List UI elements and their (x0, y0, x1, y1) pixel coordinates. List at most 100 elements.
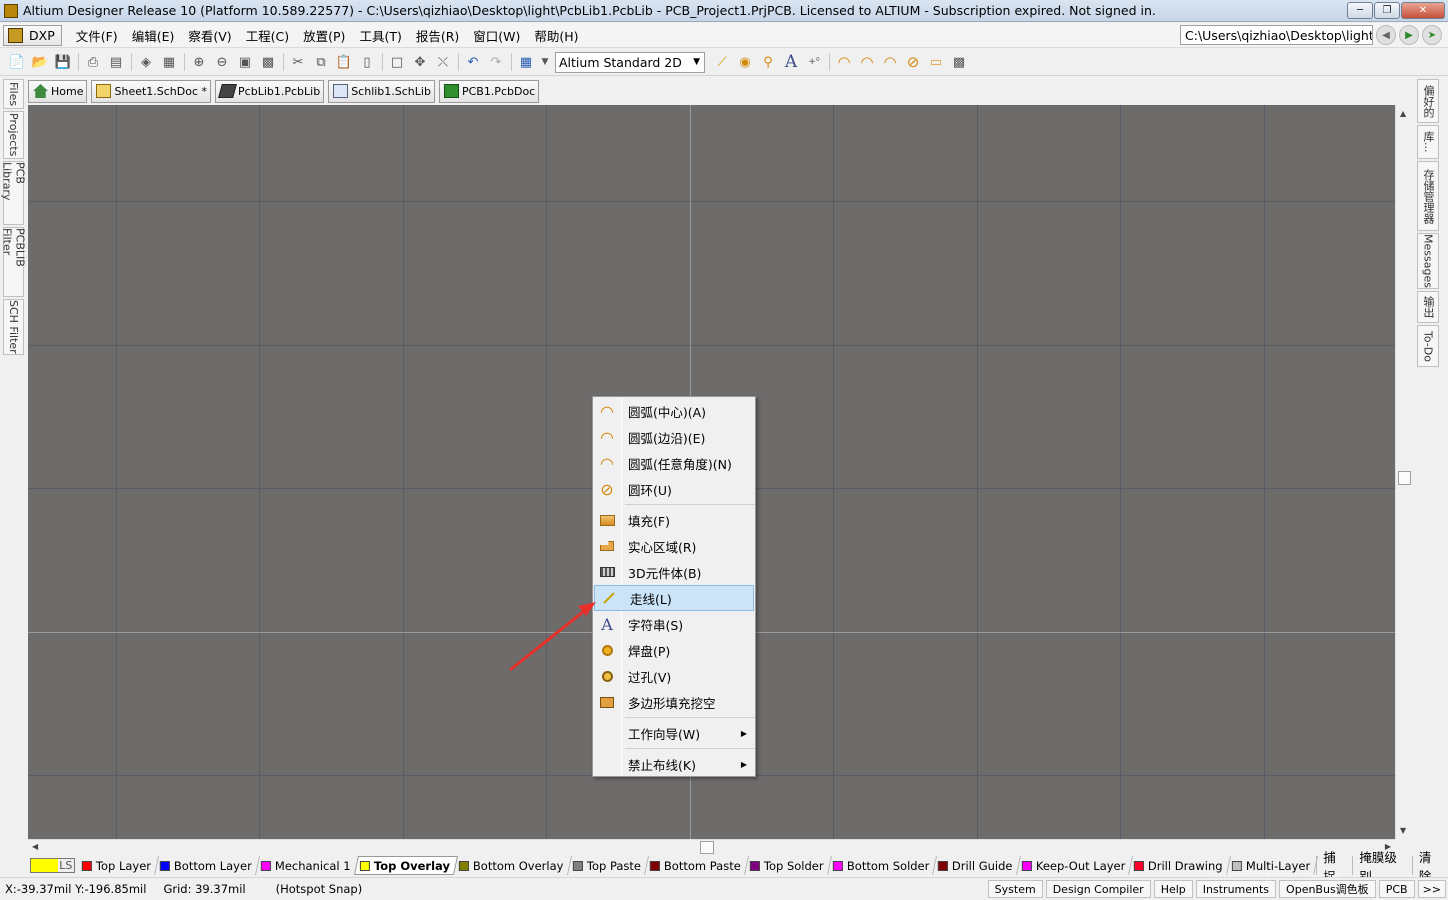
mask-level-button[interactable]: 掩膜级别 (1352, 850, 1411, 884)
select-area-icon[interactable]: □ (388, 53, 406, 71)
grid-dropdown-icon[interactable]: ▼ (540, 53, 550, 71)
paste-icon[interactable]: 📋 (335, 53, 353, 71)
layer-tab[interactable]: Drill Guide (933, 856, 1021, 875)
menu-item-arc-edge[interactable]: ◠ 圆弧(边沿)(E) (593, 424, 755, 450)
layer-tab[interactable]: Keep-Out Layer (1016, 856, 1134, 875)
panel-tab-libraries[interactable]: 库... (1417, 125, 1439, 159)
undo-icon[interactable]: ↶ (464, 53, 482, 71)
arc-edge-icon[interactable]: ◠ (858, 53, 876, 71)
zoom-selected-icon[interactable]: ▩ (259, 53, 277, 71)
menu-item-string[interactable]: A 字符串(S) (593, 611, 755, 637)
horizontal-scroll-thumb[interactable] (700, 841, 714, 854)
menu-item-keepout[interactable]: 禁止布线(K) ▶ (593, 751, 755, 777)
vertical-scrollbar[interactable]: ▲ ▼ (1395, 105, 1412, 839)
menu-item-via[interactable]: 过孔(V) (593, 663, 755, 689)
layer-tab[interactable]: Bottom Overlay (454, 856, 572, 875)
menu-item-full-circle[interactable]: ⊘ 圆环(U) (593, 476, 755, 502)
full-circle-icon[interactable]: ⊘ (904, 53, 922, 71)
panel-tab-favorites[interactable]: 偏好的 (1417, 79, 1439, 123)
layer-tab[interactable]: Bottom Paste (645, 856, 749, 875)
deselect-icon[interactable]: ⤬ (434, 53, 452, 71)
tab-sheet1-schdoc[interactable]: Sheet1.SchDoc * (91, 79, 212, 103)
fill-icon[interactable]: ▭ (927, 53, 945, 71)
scroll-up-icon[interactable]: ▲ (1400, 109, 1406, 118)
clear-button[interactable]: 清除 (1411, 850, 1448, 884)
menu-edit[interactable]: 编辑(E) (132, 26, 175, 45)
minimize-button[interactable]: ─ (1347, 2, 1373, 19)
status-button-openbus[interactable]: OpenBus调色板 (1279, 880, 1376, 898)
status-button-system[interactable]: System (987, 880, 1043, 898)
open-file-icon[interactable]: 📂 (31, 53, 49, 71)
layer-tab[interactable]: Mechanical 1 (255, 856, 359, 875)
panel-tab-messages[interactable]: Messages (1417, 233, 1439, 289)
panel-tab-pcb-library[interactable]: PCB Library (1, 161, 27, 225)
layer-tab[interactable]: Top Layer (76, 856, 159, 875)
place-track-icon[interactable]: ⟋ (713, 53, 731, 71)
menu-item-polygon-cutout[interactable]: 多边形填充挖空 (593, 689, 755, 715)
dxp-menu-button[interactable]: DXP (3, 24, 62, 46)
scroll-down-icon[interactable]: ▼ (1400, 826, 1406, 835)
menu-item-track[interactable]: 走线(L) (594, 585, 754, 611)
path-combo[interactable]: C:\Users\qizhiao\Desktop\light ▼ (1180, 25, 1373, 45)
layer-tab[interactable]: Top Overlay (354, 856, 459, 875)
menu-window[interactable]: 窗口(W) (473, 26, 520, 45)
menu-item-arc-any-angle[interactable]: ◠ 圆弧(任意角度)(N) (593, 450, 755, 476)
menu-item-arc-center[interactable]: ◠ 圆弧(中心)(A) (593, 398, 755, 424)
place-via-icon[interactable]: ⚲ (759, 53, 777, 71)
status-button-design-compiler[interactable]: Design Compiler (1045, 880, 1151, 898)
board-icon[interactable]: ▦ (160, 53, 178, 71)
layer-tab[interactable]: Bottom Solder (827, 856, 938, 875)
back-button[interactable]: ◀ (1376, 25, 1396, 45)
place-pad-icon[interactable]: ◉ (736, 53, 754, 71)
save-icon[interactable]: 💾 (54, 53, 72, 71)
status-button-help[interactable]: Help (1153, 880, 1193, 898)
scroll-left-icon[interactable]: ◀ (32, 842, 38, 851)
menu-item-3d-body[interactable]: 3D元件体(B) (593, 559, 755, 585)
zoom-out-icon[interactable]: ⊖ (213, 53, 231, 71)
panel-tab-pcblib-filter[interactable]: PCBLIB Filter (1, 227, 27, 297)
panel-tab-output[interactable]: 输出 (1417, 291, 1439, 323)
tab-schlib1-schlib[interactable]: Schlib1.SchLib (328, 79, 435, 103)
zoom-fit-icon[interactable]: ▣ (236, 53, 254, 71)
move-icon[interactable]: ✥ (411, 53, 429, 71)
menu-tools[interactable]: 工具(T) (359, 26, 401, 45)
menu-item-solid-region[interactable]: 实心区域(R) (593, 533, 755, 559)
grid-icon[interactable]: ▦ (517, 53, 535, 71)
panel-tab-projects[interactable]: Projects (3, 111, 24, 159)
rubber-stamp-icon[interactable]: ▯ (358, 53, 376, 71)
view-mode-select[interactable]: Altium Standard 2D ▼ (555, 51, 705, 73)
menu-view[interactable]: 察看(V) (188, 26, 231, 45)
place-string-icon[interactable]: A (782, 52, 800, 72)
print-icon[interactable]: ⎙ (84, 53, 102, 71)
maximize-button[interactable]: ❐ (1374, 2, 1400, 19)
close-button[interactable]: ✕ (1401, 2, 1445, 19)
menu-project[interactable]: 工程(C) (246, 26, 289, 45)
layers-icon[interactable]: ◈ (137, 53, 155, 71)
new-file-icon[interactable]: 📄 (8, 53, 26, 71)
copy-icon[interactable]: ⧉ (312, 53, 330, 71)
panel-tab-files[interactable]: Files (3, 79, 24, 109)
home-nav-button[interactable]: ➤ (1422, 25, 1442, 45)
status-button-more[interactable]: >> (1417, 880, 1446, 898)
tab-pcblib1-pcblib[interactable]: PcbLib1.PcbLib (215, 79, 325, 103)
status-button-instruments[interactable]: Instruments (1195, 880, 1277, 898)
menu-item-wizard[interactable]: 工作向导(W) ▶ (593, 720, 755, 746)
layer-tab[interactable]: Top Paste (567, 856, 650, 875)
forward-button[interactable]: ▶ (1399, 25, 1419, 45)
print-preview-icon[interactable]: ▤ (107, 53, 125, 71)
redo-icon[interactable]: ↷ (487, 53, 505, 71)
zoom-in-icon[interactable]: ⊕ (190, 53, 208, 71)
menu-place[interactable]: 放置(P) (303, 26, 345, 45)
panel-tab-todo[interactable]: To-Do (1417, 325, 1439, 367)
vertical-scroll-thumb[interactable] (1398, 471, 1411, 485)
menu-item-pad[interactable]: 焊盘(P) (593, 637, 755, 663)
tab-home[interactable]: Home (28, 79, 88, 103)
panel-tab-storage-manager[interactable]: 存储管理器 (1417, 161, 1439, 231)
menu-reports[interactable]: 报告(R) (416, 26, 459, 45)
menu-help[interactable]: 帮助(H) (534, 26, 578, 45)
layer-set-button[interactable]: LS (30, 858, 75, 873)
array-paste-icon[interactable]: ▩ (950, 53, 968, 71)
tab-pcb1-pcbdoc[interactable]: PCB1.PcbDoc (438, 79, 540, 103)
place-coordinate-icon[interactable]: +⁰ (805, 53, 823, 71)
panel-tab-sch-filter[interactable]: SCH Filter (3, 299, 24, 355)
